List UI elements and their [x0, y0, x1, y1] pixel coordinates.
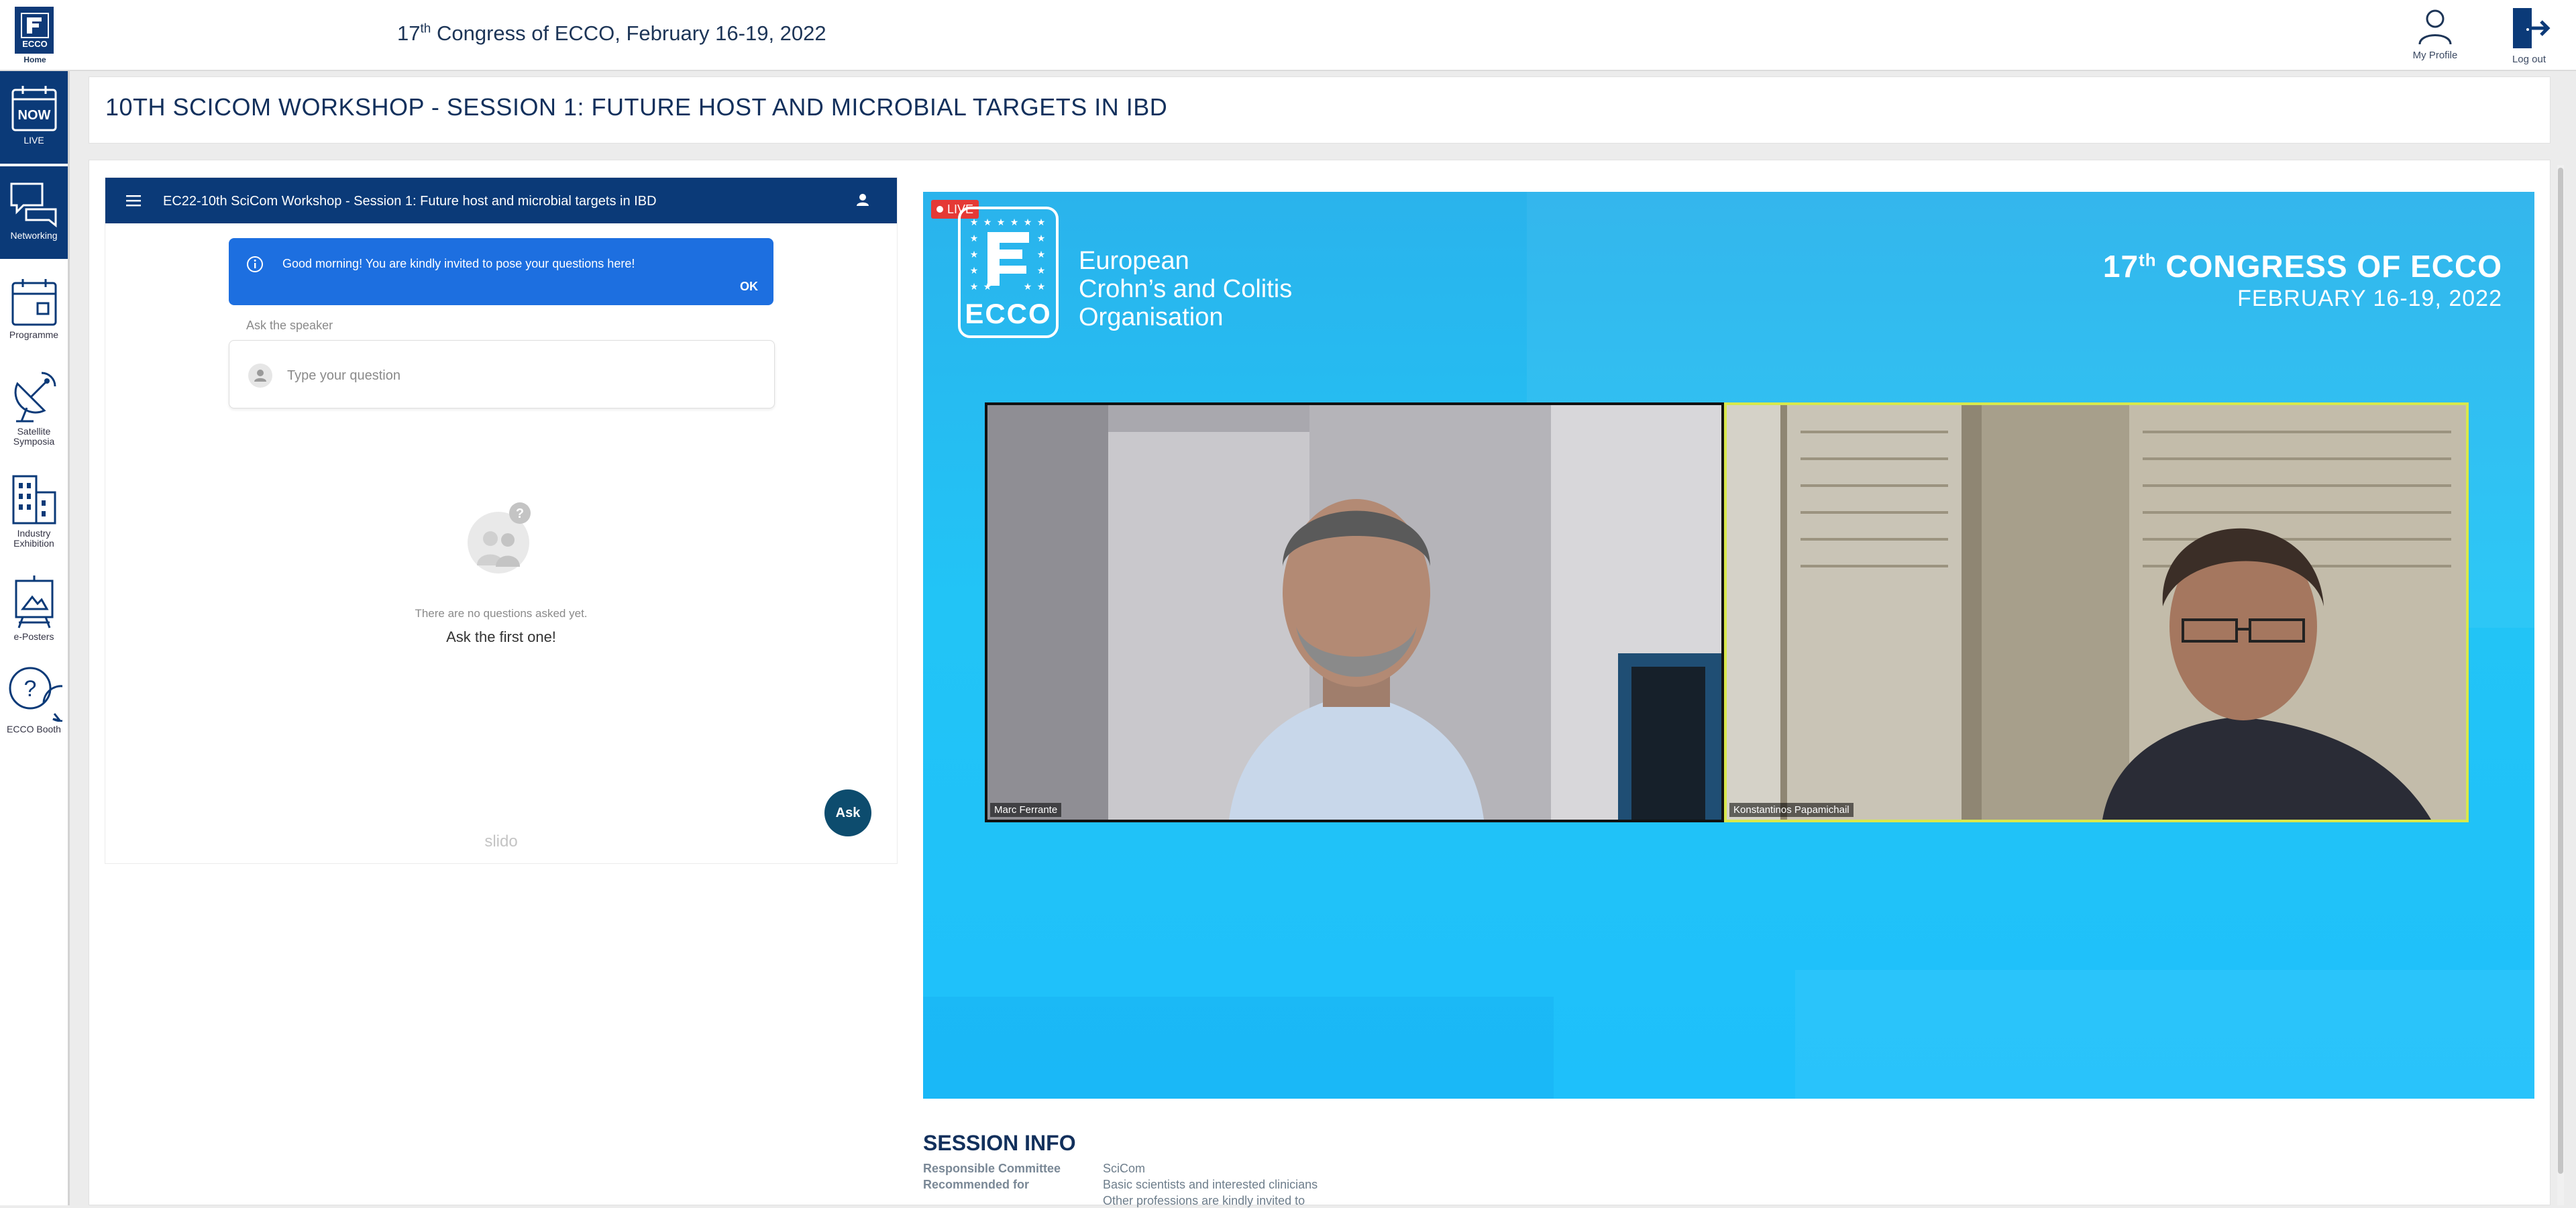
nav-label-satellite-symposia: Satellite Symposia — [13, 426, 55, 447]
speaker-video-tile: Konstantinos Papamichail — [1724, 402, 2469, 822]
nav-item-e-posters[interactable]: e-Posters — [0, 571, 68, 659]
empty-state-text: There are no questions asked yet. — [415, 607, 588, 620]
svg-text:★: ★ — [1037, 233, 1046, 244]
slido-qa-panel: EC22-10th SciCom Workshop - Session 1: F… — [105, 177, 898, 864]
svg-text:★: ★ — [997, 217, 1006, 228]
question-bubble-icon: ? — [9, 667, 62, 722]
nav-item-programme[interactable]: Programme — [0, 272, 68, 360]
speaker-video-tile: Marc Ferrante — [985, 402, 1724, 822]
org-line: Crohn’s and Colitis — [1079, 275, 1293, 303]
svg-text:★: ★ — [970, 233, 979, 244]
user-profile-icon — [2418, 9, 2452, 45]
nav-label-e-posters: e-Posters — [13, 631, 54, 642]
svg-text:★: ★ — [970, 266, 979, 276]
info-key: Recommended for — [923, 1178, 1030, 1191]
page-scrollbar[interactable] — [2557, 165, 2564, 1205]
speaker-name-label: Konstantinos Papamichail — [1729, 803, 1854, 817]
organisation-name: European Crohn’s and Colitis Organisatio… — [1079, 247, 1292, 331]
info-icon — [247, 256, 263, 272]
banner-text: Good morning! You are kindly invited to … — [282, 257, 635, 270]
svg-text:★: ★ — [970, 250, 979, 260]
svg-text:★: ★ — [1037, 217, 1046, 228]
nav-label-live: LIVE — [23, 135, 44, 146]
nav-label-networking: Networking — [10, 230, 58, 241]
slido-event-title: EC22-10th SciCom Workshop - Session 1: F… — [163, 194, 657, 209]
info-key: Responsible Committee — [923, 1162, 1061, 1175]
congress-dates: FEBRUARY 16-19, 2022 — [2237, 286, 2502, 311]
question-box[interactable] — [229, 340, 775, 408]
svg-text:★: ★ — [983, 217, 992, 228]
chat-bubbles-icon — [10, 182, 56, 228]
now-calendar-icon: NOW — [11, 86, 56, 131]
nav-label-industry-exhibition: Industry Exhibition — [13, 528, 54, 549]
slido-logo: slido — [484, 832, 518, 850]
session-title-bar: 10TH SCICOM WORKSHOP - SESSION 1: FUTURE… — [89, 76, 2551, 144]
speaker-video-feed — [987, 405, 1721, 820]
nav-label-programme: Programme — [9, 329, 59, 340]
info-value: Basic scientists and interested clinicia… — [1103, 1178, 1318, 1191]
nav-item-ecco-booth[interactable]: ? ECCO Booth — [0, 663, 68, 757]
poster-icon — [15, 575, 53, 628]
banner-ok-button[interactable]: OK — [740, 280, 758, 294]
ecco-logo: ★ ★ ★ ★ ★ ★ ★ ★ ★ ★ ★ ★ ★ ★ ★ ★ ECCO — [958, 207, 1059, 338]
ecco-logo-word: ECCO — [965, 298, 1052, 329]
anonymous-avatar-icon — [248, 364, 272, 388]
session-info-heading: SESSION INFO — [923, 1131, 1076, 1155]
question-input[interactable] — [286, 365, 745, 386]
empty-state-cta: Ask the first one! — [446, 628, 556, 645]
svg-text:★: ★ — [1010, 217, 1019, 228]
svg-text:★: ★ — [1037, 266, 1046, 276]
side-navigation: NOW LIVE Networking Programme Satellite — [0, 71, 70, 1205]
my-profile-label: My Profile — [2412, 50, 2458, 61]
svg-text:NOW: NOW — [17, 108, 50, 123]
ecco-emblem-icon: ★ ★ ★ ★ ★ ★ ★ ★ ★ ★ ★ ★ ★ ★ ★ ★ — [970, 217, 1046, 292]
speaker-name-label: Marc Ferrante — [990, 803, 1062, 817]
info-value: SciCom — [1103, 1162, 1146, 1175]
svg-text:★: ★ — [970, 217, 979, 228]
my-profile-button[interactable]: My Profile — [2395, 7, 2475, 61]
empty-questions-illustration-icon: ? — [468, 502, 531, 573]
congress-title: 17th Congress of ECCO, February 16-19, 2… — [397, 21, 826, 45]
buildings-icon — [12, 475, 56, 525]
calendar-icon — [11, 279, 56, 326]
top-bar: ECCO Home 17th Congress of ECCO, Februar… — [0, 0, 2576, 71]
svg-text:★: ★ — [1037, 250, 1046, 260]
slido-user-icon[interactable] — [855, 193, 870, 207]
home-label: Home — [23, 55, 46, 64]
svg-text:?: ? — [516, 506, 524, 521]
info-value: Other professions are kindly invited to — [1103, 1194, 1305, 1207]
ask-button[interactable]: Ask — [824, 789, 871, 836]
congress-name: 17th CONGRESS OF ECCO — [2102, 249, 2502, 284]
satellite-dish-icon — [14, 372, 56, 423]
scrollbar-thumb[interactable] — [2558, 168, 2563, 1174]
live-video-player[interactable]: LIVE ★ ★ ★ ★ ★ ★ ★ ★ ★ ★ ★ ★ ★ ★ ★ ★ ECCO European … — [923, 192, 2534, 1099]
org-line: European — [1079, 247, 1189, 275]
speaker-video-feed — [1727, 405, 2466, 820]
nav-item-networking[interactable]: Networking — [0, 166, 68, 259]
nav-label-ecco-booth: ECCO Booth — [7, 724, 61, 734]
background-decoration — [1795, 970, 2534, 1099]
logout-label: Log out — [2512, 54, 2546, 65]
congress-banner: 17th CONGRESS OF ECCO FEBRUARY 16-19, 20… — [2103, 248, 2502, 312]
svg-text:★: ★ — [1024, 282, 1032, 292]
background-decoration — [923, 997, 1554, 1099]
home-button[interactable]: ECCO Home — [15, 7, 55, 67]
svg-text:★: ★ — [1024, 217, 1032, 228]
slido-header: EC22-10th SciCom Workshop - Session 1: F… — [105, 178, 897, 223]
welcome-banner: Good morning! You are kindly invited to … — [229, 238, 773, 305]
logout-door-icon — [2513, 8, 2551, 48]
ask-speaker-label: Ask the speaker — [246, 319, 333, 332]
ecco-home-logo-icon: ECCO — [15, 7, 54, 54]
nav-item-satellite-symposia[interactable]: Satellite Symposia — [0, 368, 68, 461]
nav-item-industry-exhibition[interactable]: Industry Exhibition — [0, 471, 68, 565]
svg-text:ECCO: ECCO — [22, 39, 48, 49]
hamburger-menu-icon[interactable] — [125, 193, 142, 209]
svg-text:?: ? — [23, 676, 36, 702]
page-title: 10TH SCICOM WORKSHOP - SESSION 1: FUTURE… — [105, 93, 1168, 121]
svg-text:★: ★ — [970, 282, 979, 292]
nav-item-live[interactable]: NOW LIVE — [0, 71, 68, 164]
logout-button[interactable]: Log out — [2489, 7, 2569, 65]
svg-text:★: ★ — [1037, 282, 1046, 292]
org-line: Organisation — [1079, 303, 1224, 331]
